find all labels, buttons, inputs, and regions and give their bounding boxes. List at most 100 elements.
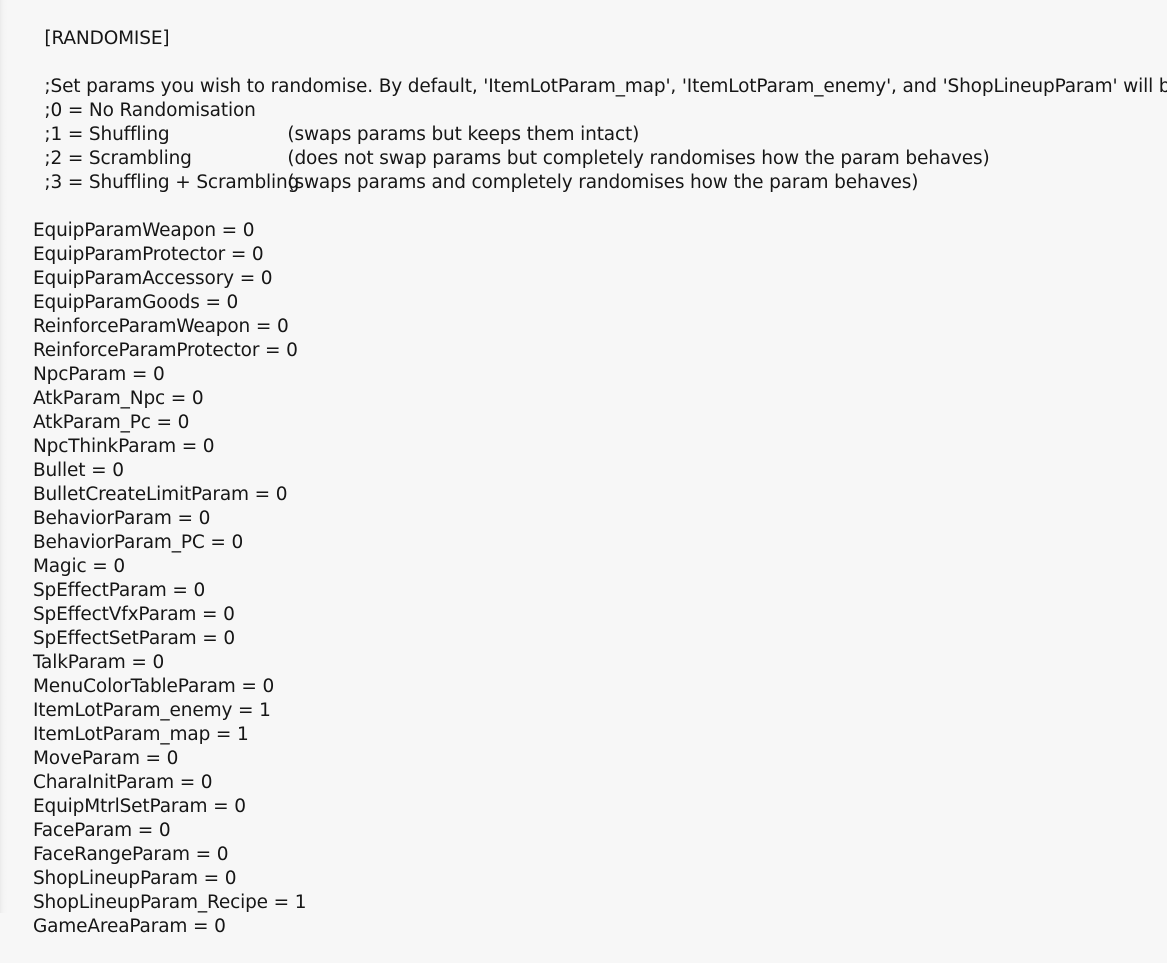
setting-key: SpEffectSetParam xyxy=(32,628,197,649)
setting-operator: = xyxy=(165,388,192,409)
setting-operator: = xyxy=(132,820,159,841)
setting-operator: = xyxy=(232,700,260,721)
setting-value[interactable]: 0 xyxy=(201,772,213,793)
setting-value[interactable]: 0 xyxy=(152,652,164,673)
setting-value[interactable]: 0 xyxy=(231,532,243,553)
setting-value[interactable]: 0 xyxy=(223,604,235,625)
setting-key: EquipParamGoods xyxy=(32,292,200,313)
setting-key: Magic xyxy=(32,556,87,577)
setting-value[interactable]: 0 xyxy=(277,316,289,337)
setting-key: GameAreaParam xyxy=(32,916,188,937)
setting-key: Bullet xyxy=(32,460,86,481)
setting-value[interactable]: 1 xyxy=(237,724,249,745)
setting-value[interactable]: 0 xyxy=(227,292,239,313)
setting-key: TalkParam xyxy=(32,652,126,673)
setting-value[interactable]: 0 xyxy=(203,436,215,457)
setting-operator: = xyxy=(173,772,201,793)
setting-key: ShopLineupParam xyxy=(32,868,198,889)
setting-operator: = xyxy=(199,292,227,313)
setting-value[interactable]: 0 xyxy=(261,268,273,289)
section-header-line: [RANDOMISE] xyxy=(10,3,1167,49)
setting-operator: = xyxy=(126,364,153,385)
comment-mode-2-label: ;2 = Scrambling xyxy=(44,148,192,169)
setting-operator: = xyxy=(175,436,203,457)
comment-mode-2-description: (does not swap params but completely ran… xyxy=(287,148,990,169)
setting-key: EquipMtrlSetParam xyxy=(32,796,208,817)
setting-row-speffectparam[interactable]: SpEffectParam = 0 xyxy=(10,555,1167,601)
setting-value[interactable]: 0 xyxy=(112,460,124,481)
setting-value[interactable]: 0 xyxy=(252,244,264,265)
setting-operator: = xyxy=(125,652,153,673)
setting-key: AtkParam_Pc xyxy=(32,412,151,433)
setting-operator: = xyxy=(267,892,295,913)
setting-value[interactable]: 0 xyxy=(262,676,274,697)
setting-value[interactable]: 0 xyxy=(199,508,211,529)
setting-operator: = xyxy=(207,796,235,817)
setting-key: EquipParamAccessory xyxy=(32,268,234,289)
setting-operator: = xyxy=(187,916,215,937)
setting-key: SpEffectVfxParam xyxy=(32,604,197,625)
setting-value[interactable]: 1 xyxy=(259,700,271,721)
comment-mode-1-label: ;1 = Shuffling xyxy=(44,124,170,145)
setting-value[interactable]: 0 xyxy=(193,580,205,601)
setting-operator: = xyxy=(215,220,243,241)
setting-value[interactable]: 0 xyxy=(113,556,125,577)
setting-key: BehaviorParam_PC xyxy=(32,532,205,553)
setting-value[interactable]: 0 xyxy=(192,388,204,409)
setting-value[interactable]: 0 xyxy=(178,412,190,433)
setting-key: BehaviorParam xyxy=(32,508,172,529)
setting-key: MoveParam xyxy=(32,748,140,769)
setting-row-atkparam_npc[interactable]: AtkParam_Npc = 0 xyxy=(10,363,1167,409)
setting-value[interactable]: 0 xyxy=(214,916,226,937)
setting-operator: = xyxy=(210,724,237,745)
setting-operator: = xyxy=(196,604,224,625)
setting-row-menucolortableparam[interactable]: MenuColorTableParam = 0 xyxy=(10,651,1167,697)
setting-key: EquipParamWeapon xyxy=(32,220,216,241)
setting-value[interactable]: 0 xyxy=(225,868,237,889)
setting-value[interactable]: 0 xyxy=(167,748,179,769)
setting-key: ShopLineupParam_Recipe xyxy=(32,892,268,913)
setting-operator: = xyxy=(248,484,276,505)
setting-value[interactable]: 0 xyxy=(153,364,165,385)
setting-key: FaceParam xyxy=(32,820,133,841)
setting-operator: = xyxy=(235,676,263,697)
setting-key: AtkParam_Npc xyxy=(32,388,166,409)
setting-value[interactable]: 0 xyxy=(234,796,246,817)
config-text-body[interactable]: [RANDOMISE] ;Set params you wish to rand… xyxy=(10,3,1167,937)
setting-operator: = xyxy=(85,460,113,481)
setting-value[interactable]: 0 xyxy=(217,844,229,865)
setting-key: NpcThinkParam xyxy=(32,436,176,457)
setting-operator: = xyxy=(197,868,225,889)
setting-row-bulletcreatelimitparam[interactable]: BulletCreateLimitParam = 0 xyxy=(10,459,1167,505)
setting-key: BulletCreateLimitParam xyxy=(32,484,249,505)
setting-value[interactable]: 0 xyxy=(276,484,288,505)
setting-operator: = xyxy=(150,412,178,433)
setting-key: FaceRangeParam xyxy=(32,844,190,865)
comment-intro-line: ;Set params you wish to randomise. By de… xyxy=(10,51,1167,97)
setting-value[interactable]: 0 xyxy=(286,340,298,361)
setting-row-facerangeparam[interactable]: FaceRangeParam = 0 xyxy=(10,819,1167,865)
setting-row-charainitparam[interactable]: CharaInitParam = 0 xyxy=(10,747,1167,793)
setting-operator: = xyxy=(225,244,252,265)
setting-key: MenuColorTableParam xyxy=(32,676,236,697)
setting-value[interactable]: 0 xyxy=(159,820,171,841)
setting-operator: = xyxy=(259,340,287,361)
setting-operator: = xyxy=(250,316,277,337)
setting-value[interactable]: 0 xyxy=(243,220,255,241)
setting-key: ReinforceParamWeapon xyxy=(32,316,251,337)
comment-mode-1-description: (swaps params but keeps them intact) xyxy=(287,124,640,145)
setting-operator: = xyxy=(204,532,232,553)
setting-value[interactable]: 1 xyxy=(295,892,307,913)
setting-operator: = xyxy=(166,580,194,601)
setting-operator: = xyxy=(86,556,114,577)
setting-key: SpEffectParam xyxy=(32,580,167,601)
setting-operator: = xyxy=(139,748,167,769)
setting-value[interactable]: 0 xyxy=(223,628,235,649)
setting-key: NpcParam xyxy=(32,364,127,385)
setting-row-equipparamweapon[interactable]: EquipParamWeapon = 0 xyxy=(10,195,1167,241)
comment-mode-3-description: (swaps params and completely randomises … xyxy=(287,172,919,193)
setting-operator: = xyxy=(171,508,199,529)
section-header: [RANDOMISE] xyxy=(44,28,170,49)
setting-key: ItemLotParam_enemy xyxy=(32,700,233,721)
